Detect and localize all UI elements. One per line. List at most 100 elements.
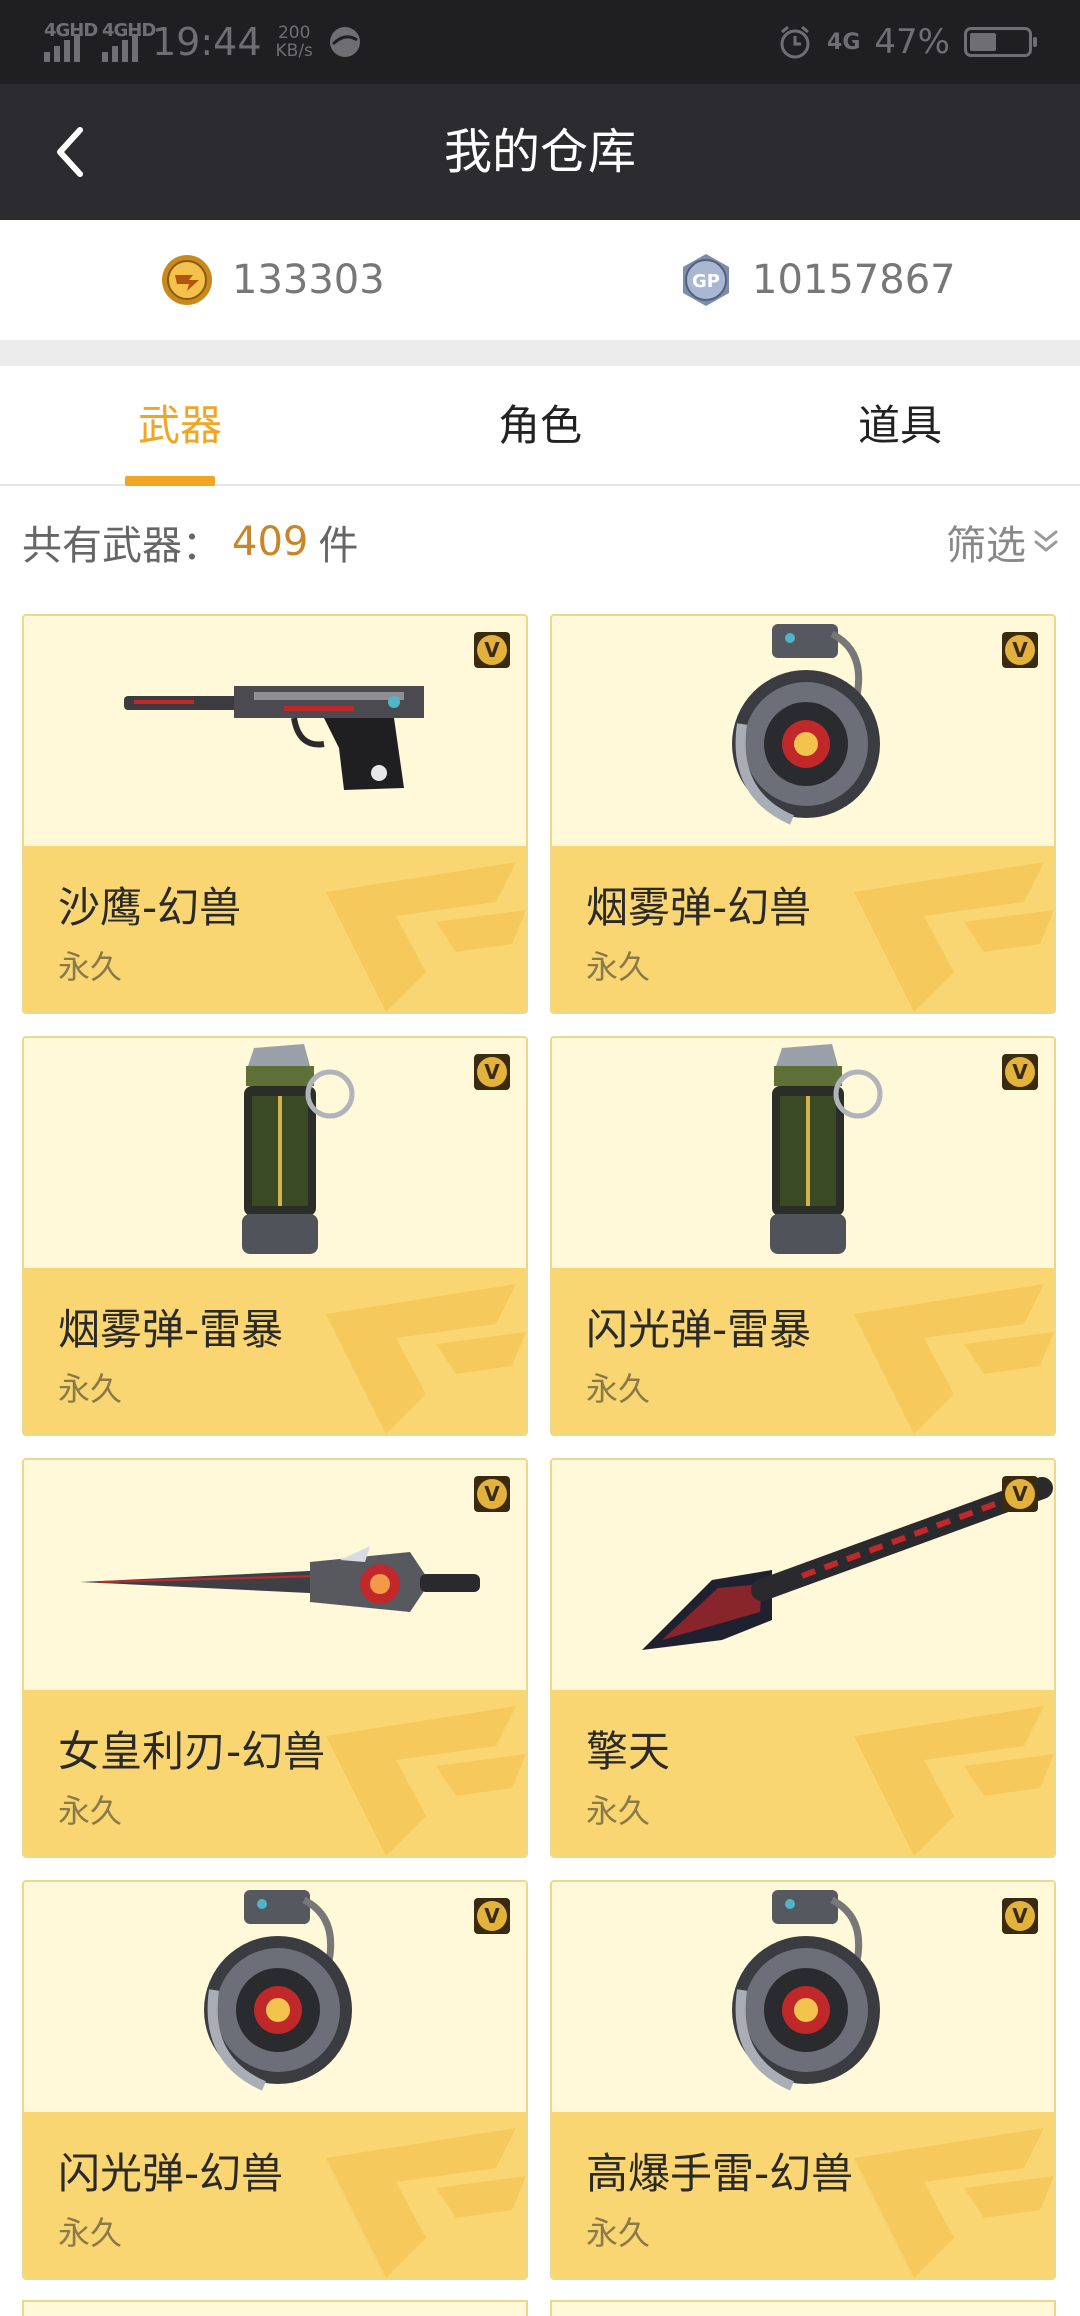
cf-watermark-icon <box>326 1706 526 1856</box>
vip-badge-text: V <box>1012 1060 1028 1084</box>
cf-watermark-icon <box>854 862 1054 1012</box>
cf-watermark-icon <box>326 1284 526 1434</box>
card-info-area: 闪光弹-雷暴永久 <box>552 1268 1054 1434</box>
battery-icon <box>964 27 1037 57</box>
weapon-duration: 永久 <box>586 1792 651 1830</box>
card-info-area: 烟雾弹-幻兽永久 <box>552 846 1054 1012</box>
weapon-image <box>732 624 880 825</box>
weapon-name: 女皇利刃-幻兽 <box>58 1727 326 1776</box>
weapon-name: 沙鹰-幻兽 <box>58 883 242 932</box>
weapon-duration: 永久 <box>58 1370 123 1408</box>
gp-points-value: 10157867 <box>752 257 956 303</box>
tab-label: 角色 <box>497 401 582 450</box>
cf-watermark-icon <box>854 2128 1054 2278</box>
weapon-image <box>80 1546 480 1612</box>
card-image-area: V <box>24 616 526 846</box>
card-image-area: V <box>552 1038 1054 1268</box>
alarm-icon <box>780 25 810 59</box>
card-peek <box>22 2300 528 2316</box>
weapon-image <box>642 1477 1053 1650</box>
double-chevron-down-icon <box>1034 530 1058 552</box>
weapon-count: 409 <box>232 519 309 565</box>
vip-badge-icon: V <box>474 1476 510 1512</box>
speed-unit: KB/s <box>275 41 313 61</box>
weapon-name: 烟雾弹-幻兽 <box>586 883 812 932</box>
card-peek <box>550 2300 1056 2316</box>
gp-points: GP 10157867 <box>678 220 956 340</box>
page-title: 我的仓库 <box>443 124 636 180</box>
signal-label: 4GHD <box>44 20 98 41</box>
vip-badge-text: V <box>484 638 500 662</box>
weapon-card[interactable]: V 高爆手雷-幻兽永久 <box>550 1880 1056 2280</box>
weapon-card[interactable]: V 女皇利刃-幻兽永久 <box>22 1458 528 1858</box>
card-image-area: V <box>552 1460 1054 1690</box>
cf-watermark-icon <box>326 862 526 1012</box>
weapon-card[interactable]: V 烟雾弹-雷暴 永久 <box>22 1036 528 1436</box>
signal-icon: 4GHD <box>44 20 98 62</box>
weapon-duration: 永久 <box>586 2214 651 2252</box>
cf-points: 133303 <box>160 220 385 340</box>
weapon-summary: 共有武器： 409 件 筛选 <box>0 486 1080 598</box>
weapon-card[interactable]: V 烟雾弹-幻兽 永久 <box>550 614 1056 1014</box>
weapon-duration: 永久 <box>58 948 123 986</box>
network-speed: 200 KB/s <box>276 24 313 60</box>
speed-value: 200 <box>277 23 311 43</box>
vip-badge-icon: V <box>1002 1476 1038 1512</box>
weapon-card[interactable]: V 擎天永久 <box>550 1458 1056 1858</box>
weapon-duration: 永久 <box>586 1370 651 1408</box>
cf-watermark-icon <box>854 1284 1054 1434</box>
card-info-area: 擎天 永久 <box>552 1690 1054 1856</box>
weapon-image <box>124 686 424 790</box>
tab-label: 武器 <box>137 401 222 450</box>
vip-badge-icon: V <box>474 632 510 668</box>
card-image-area: V <box>24 1038 526 1268</box>
vip-badge-icon: V <box>1002 1054 1038 1090</box>
cf-watermark-icon <box>326 2128 526 2278</box>
battery-percent: 47% <box>874 22 950 62</box>
weapon-image <box>242 1044 355 1254</box>
vip-badge-text: V <box>484 1482 500 1506</box>
tab-props[interactable]: 道具 <box>800 366 1000 486</box>
weapon-card[interactable]: V 沙鹰-幻兽永久 <box>22 614 528 1014</box>
card-image-area: V <box>24 1460 526 1690</box>
gp-badge-text: GP <box>692 271 720 292</box>
weapon-card[interactable]: V 闪光弹-雷暴永久 <box>550 1036 1056 1436</box>
card-info-area: 烟雾弹-雷暴 永久 <box>24 1268 526 1434</box>
app-notification-icon <box>329 27 360 57</box>
weapon-image <box>732 1890 880 2091</box>
tab-active-indicator <box>125 476 215 486</box>
cf-points-value: 133303 <box>232 257 385 303</box>
card-image-area: V <box>24 1882 526 2112</box>
weapon-duration: 永久 <box>586 948 651 986</box>
signal-label: 4GHD <box>102 20 156 41</box>
weapon-name: 闪光弹-雷暴 <box>586 1305 812 1354</box>
weapon-name: 高爆手雷-幻兽 <box>586 2149 854 2198</box>
card-info-area: 女皇利刃-幻兽永久 <box>24 1690 526 1856</box>
app-header: 我的仓库 <box>0 84 1080 220</box>
weapon-duration: 永久 <box>58 2214 123 2252</box>
vip-badge-text: V <box>1012 1904 1028 1928</box>
vip-badge-text: V <box>484 1904 500 1928</box>
tab-bar: 武器 角色 道具 <box>0 366 1080 486</box>
weapon-image <box>770 1044 883 1254</box>
weapon-name: 擎天 <box>586 1727 671 1776</box>
gp-coin-icon: GP <box>683 254 729 306</box>
card-info-area: 沙鹰-幻兽永久 <box>24 846 526 1012</box>
clock: 19:44 <box>152 20 262 64</box>
card-info-area: 高爆手雷-幻兽永久 <box>552 2112 1054 2278</box>
tab-characters[interactable]: 角色 <box>440 366 640 486</box>
signal-icon: 4GHD <box>102 20 156 62</box>
count-unit: 件 <box>318 523 359 569</box>
weapon-duration: 永久 <box>58 1792 123 1830</box>
tab-label: 道具 <box>857 401 942 450</box>
filter-button[interactable]: 筛选 <box>946 486 1060 598</box>
tab-weapons[interactable]: 武器 <box>80 366 280 486</box>
vip-badge-text: V <box>1012 1482 1028 1506</box>
card-image-area: V <box>552 1882 1054 2112</box>
filter-label: 筛选 <box>946 523 1026 569</box>
weapon-card[interactable]: V 闪光弹-幻兽 永久 <box>22 1880 528 2280</box>
summary-label: 共有武器： <box>22 523 222 569</box>
network-type: 4G <box>827 29 861 55</box>
vip-badge-icon: V <box>474 1054 510 1090</box>
vip-badge-text: V <box>484 1060 500 1084</box>
